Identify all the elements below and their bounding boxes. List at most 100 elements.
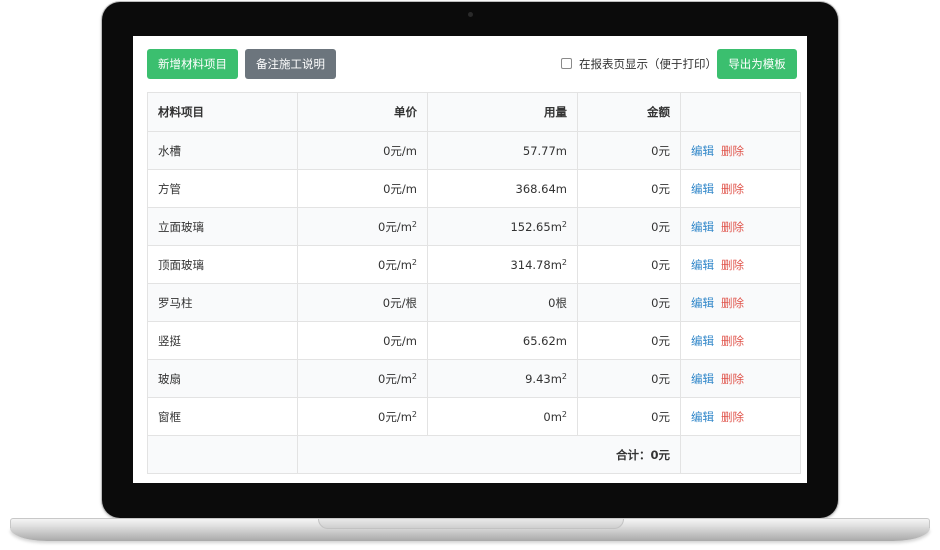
quantity-value: 9.43m: [525, 371, 562, 386]
quantity: 9.43m2: [427, 359, 578, 398]
unit-price-exponent: 2: [411, 371, 417, 381]
delete-link[interactable]: 删除: [721, 372, 744, 386]
total-amount: 合计：0元: [297, 435, 681, 474]
unit-price-value: 0元/m: [378, 409, 412, 424]
table-row: 水槽 0元/m 57.77m 0元 编辑 删除: [147, 131, 801, 170]
table-row: 罗马柱 0元/根 0根 0元 编辑 删除: [147, 283, 801, 322]
row-actions: 编辑 删除: [680, 283, 801, 322]
unit-price: 0元/m2: [297, 359, 428, 398]
edit-link[interactable]: 编辑: [691, 220, 714, 234]
unit-price: 0元/m2: [297, 397, 428, 436]
quantity-exponent: 2: [561, 219, 567, 229]
laptop-notch: [318, 519, 624, 529]
table-row: 顶面玻璃 0元/m2 314.78m2 0元 编辑 删除: [147, 245, 801, 284]
edit-link[interactable]: 编辑: [691, 182, 714, 196]
unit-price-exponent: 2: [411, 219, 417, 229]
row-actions: 编辑 删除: [680, 321, 801, 360]
quantity-value: 0m: [543, 409, 562, 424]
delete-link[interactable]: 删除: [721, 220, 744, 234]
unit-price: 0元/m2: [297, 207, 428, 246]
amount: 0元: [577, 131, 681, 170]
row-actions: 编辑 删除: [680, 207, 801, 246]
quantity: 57.77m: [427, 131, 578, 170]
table-header-row: 材料项目 单价 用量 金额: [147, 92, 801, 132]
delete-link[interactable]: 删除: [721, 258, 744, 272]
total-row: 合计：0元: [147, 435, 801, 474]
unit-price-value: 0元/m: [378, 371, 412, 386]
quantity-value: 0根: [548, 295, 567, 310]
table-row: 玻扇 0元/m2 9.43m2 0元 编辑 删除: [147, 359, 801, 398]
unit-price: 0元/m: [297, 131, 428, 170]
delete-link[interactable]: 删除: [721, 144, 744, 158]
unit-price-value: 0元/m: [383, 181, 417, 196]
quantity: 314.78m2: [427, 245, 578, 284]
delete-link[interactable]: 删除: [721, 296, 744, 310]
amount: 0元: [577, 169, 681, 208]
export-template-button[interactable]: 导出为模板: [717, 49, 797, 79]
add-material-button[interactable]: 新增材料项目: [147, 49, 238, 79]
quantity-value: 57.77m: [522, 143, 567, 158]
amount: 0元: [577, 397, 681, 436]
delete-link[interactable]: 删除: [721, 334, 744, 348]
unit-price-value: 0元/m: [378, 257, 412, 272]
construction-note-button[interactable]: 备注施工说明: [245, 49, 336, 79]
show-in-report-label: 在报表页显示（便于打印）: [579, 57, 717, 71]
table-row: 立面玻璃 0元/m2 152.65m2 0元 编辑 删除: [147, 207, 801, 246]
quantity-value: 152.65m: [510, 219, 562, 234]
delete-link[interactable]: 删除: [721, 410, 744, 424]
unit-price: 0元/m: [297, 169, 428, 208]
edit-link[interactable]: 编辑: [691, 410, 714, 424]
show-in-report-checkbox[interactable]: [561, 58, 572, 69]
quantity: 368.64m: [427, 169, 578, 208]
amount: 0元: [577, 321, 681, 360]
unit-price: 0元/m2: [297, 245, 428, 284]
row-actions: 编辑 删除: [680, 131, 801, 170]
toolbar: 新增材料项目 备注施工说明 在报表页显示（便于打印） 导出为模板: [147, 49, 797, 79]
camera-icon: [468, 12, 473, 17]
material-name: 罗马柱: [147, 283, 298, 322]
amount: 0元: [577, 245, 681, 284]
unit-price-exponent: 2: [411, 257, 417, 267]
row-actions: 编辑 删除: [680, 245, 801, 284]
table-row: 方管 0元/m 368.64m 0元 编辑 删除: [147, 169, 801, 208]
unit-price-exponent: 2: [411, 409, 417, 419]
quantity: 0根: [427, 283, 578, 322]
quantity-value: 65.62m: [522, 333, 567, 348]
table-row: 竖挺 0元/m 65.62m 0元 编辑 删除: [147, 321, 801, 360]
row-actions: 编辑 删除: [680, 397, 801, 436]
quantity-exponent: 2: [561, 257, 567, 267]
material-name: 玻扇: [147, 359, 298, 398]
total-empty-cell: [680, 435, 801, 474]
material-name: 立面玻璃: [147, 207, 298, 246]
total-empty-cell: [147, 435, 298, 474]
edit-link[interactable]: 编辑: [691, 334, 714, 348]
screen: 新增材料项目 备注施工说明 在报表页显示（便于打印） 导出为模板 材料项目 单价…: [133, 36, 807, 483]
material-name: 竖挺: [147, 321, 298, 360]
show-in-report-toggle[interactable]: 在报表页显示（便于打印）: [561, 49, 717, 79]
amount: 0元: [577, 207, 681, 246]
material-name: 方管: [147, 169, 298, 208]
delete-link[interactable]: 删除: [721, 182, 744, 196]
header-unit-price: 单价: [297, 92, 428, 132]
quantity: 0m2: [427, 397, 578, 436]
material-name: 窗框: [147, 397, 298, 436]
amount: 0元: [577, 359, 681, 398]
material-name: 顶面玻璃: [147, 245, 298, 284]
quantity: 152.65m2: [427, 207, 578, 246]
row-actions: 编辑 删除: [680, 169, 801, 208]
edit-link[interactable]: 编辑: [691, 372, 714, 386]
unit-price-value: 0元/m: [383, 143, 417, 158]
unit-price-value: 0元/m: [378, 219, 412, 234]
quantity: 65.62m: [427, 321, 578, 360]
unit-price-value: 0元/m: [383, 333, 417, 348]
laptop-mockup: 新增材料项目 备注施工说明 在报表页显示（便于打印） 导出为模板 材料项目 单价…: [0, 0, 940, 550]
row-actions: 编辑 删除: [680, 359, 801, 398]
header-amount: 金额: [577, 92, 681, 132]
table-row: 窗框 0元/m2 0m2 0元 编辑 删除: [147, 397, 801, 436]
edit-link[interactable]: 编辑: [691, 258, 714, 272]
header-material: 材料项目: [147, 92, 298, 132]
edit-link[interactable]: 编辑: [691, 144, 714, 158]
edit-link[interactable]: 编辑: [691, 296, 714, 310]
laptop-base-bottom: [10, 528, 930, 541]
quantity-exponent: 2: [561, 409, 567, 419]
